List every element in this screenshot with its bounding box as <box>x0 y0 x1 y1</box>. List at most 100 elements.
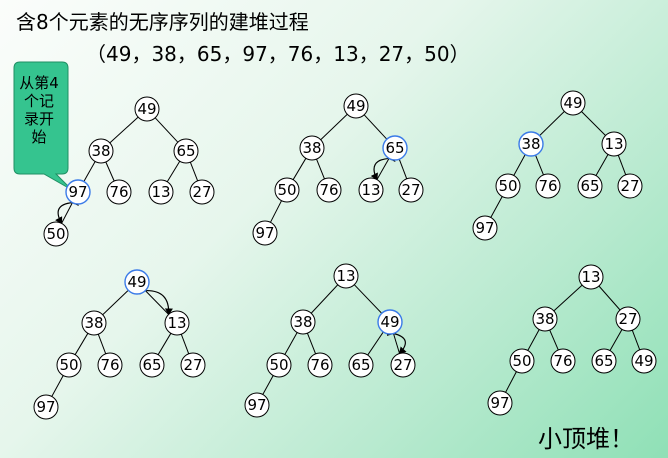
tree-edge <box>617 155 627 175</box>
tree-node: 13 <box>148 179 174 205</box>
slide: 含8个元素的无序序列的建堆过程 （49，38，65，97，76，13，27，50… <box>0 0 668 458</box>
node-value: 65 <box>580 177 599 195</box>
tree-node: 38 <box>532 306 558 332</box>
tree-node: 49 <box>134 96 160 122</box>
node-value: 27 <box>393 356 412 374</box>
node-value: 76 <box>310 356 329 374</box>
heap-tree-1: 49 38 65 97 76 13 27 50 <box>43 96 215 247</box>
tree-edge <box>61 202 73 224</box>
node-value: 38 <box>302 139 321 157</box>
tree-node: 97 <box>33 394 59 420</box>
tree-edge <box>539 111 565 136</box>
node-value: 97 <box>255 224 274 242</box>
node-value: 38 <box>521 135 540 153</box>
tree-node: 49 <box>631 348 657 374</box>
tree-node: 50 <box>509 348 535 374</box>
tree-node: 65 <box>139 352 165 378</box>
tree-node: 97 <box>252 220 278 246</box>
tree-node: 76 <box>316 177 342 203</box>
node-value: 97 <box>490 394 509 412</box>
node-value: 13 <box>167 314 186 332</box>
heap-tree-4: 49 38 13 50 76 65 27 97 <box>33 269 206 420</box>
node-value: 50 <box>59 356 78 374</box>
tree-node: 38 <box>88 138 114 164</box>
node-value: 49 <box>137 100 156 118</box>
heap-tree-6: 13 38 27 50 76 65 49 97 <box>487 264 657 416</box>
node-value: 97 <box>247 396 266 414</box>
node-value: 49 <box>563 94 582 112</box>
node-value: 76 <box>538 177 557 195</box>
node-value: 97 <box>68 183 87 201</box>
tree-edge <box>189 161 199 182</box>
node-value: 49 <box>127 273 146 291</box>
tree-edge <box>292 158 307 180</box>
node-value: 50 <box>269 356 288 374</box>
tree-node-highlighted: 65 <box>382 135 408 161</box>
tree-node: 27 <box>189 179 215 205</box>
tree-edge <box>310 284 339 314</box>
heap-trees: 49 38 65 97 76 13 27 50 49 38 65 50 76 13 27 97 49 38 13 50… <box>33 90 657 420</box>
tree-node: 97 <box>244 392 270 418</box>
tree-edge <box>527 329 540 351</box>
node-value: 38 <box>293 313 312 331</box>
node-value: 13 <box>581 268 600 286</box>
tree-edge <box>83 161 96 182</box>
tree-edge <box>102 289 129 316</box>
tree-node: 13 <box>164 310 190 336</box>
tree-node: 38 <box>81 310 107 336</box>
tree-edge <box>154 117 179 143</box>
tree-edge <box>316 158 325 180</box>
tree-node-highlighted: 49 <box>377 309 403 335</box>
node-value: 13 <box>336 267 355 285</box>
node-value: 50 <box>512 352 531 370</box>
node-value: 65 <box>594 352 613 370</box>
node-value: 76 <box>553 352 572 370</box>
tree-node: 38 <box>290 309 316 335</box>
tree-edge <box>609 329 623 351</box>
node-value: 49 <box>634 352 653 370</box>
tree-edge <box>392 333 401 354</box>
tree-node: 50 <box>43 221 69 247</box>
tree-edge <box>398 159 408 179</box>
node-value: 76 <box>319 181 338 199</box>
node-value: 97 <box>475 219 494 237</box>
node-value: 13 <box>604 135 623 153</box>
tree-node: 97 <box>472 215 498 241</box>
node-value: 50 <box>277 181 296 199</box>
swap-arrow <box>386 328 407 355</box>
tree-node: 97 <box>487 390 513 416</box>
node-value: 38 <box>535 310 554 328</box>
tree-node: 27 <box>398 177 424 203</box>
tree-edge <box>490 196 503 218</box>
node-value: 65 <box>176 142 195 160</box>
tree-edge <box>306 332 317 355</box>
node-value: 65 <box>385 139 404 157</box>
tree-edge <box>320 113 348 141</box>
node-value: 50 <box>46 225 65 243</box>
tree-edge <box>513 154 526 176</box>
tree-node: 76 <box>535 173 561 199</box>
tree-node: 76 <box>97 352 123 378</box>
heap-tree-3: 49 38 13 50 76 65 27 97 <box>472 90 643 241</box>
tree-node: 49 <box>560 90 586 116</box>
tree-node: 38 <box>299 135 325 161</box>
tree-edge <box>74 333 89 355</box>
heap-tree-5: 13 38 49 50 76 65 27 97 <box>244 263 416 418</box>
tree-edge <box>353 284 383 314</box>
tree-edge <box>581 111 606 136</box>
tree-edge <box>270 200 282 223</box>
tree-node: 65 <box>173 138 199 164</box>
tree-edge <box>145 290 169 315</box>
node-value: 49 <box>380 313 399 331</box>
tree-node: 50 <box>274 177 300 203</box>
tree-edge <box>363 114 388 140</box>
node-value: 76 <box>109 183 128 201</box>
tree-edge <box>284 332 298 355</box>
node-value: 27 <box>401 181 420 199</box>
tree-node: 50 <box>266 352 292 378</box>
tree-edge <box>367 331 384 356</box>
tree-node: 27 <box>617 173 643 199</box>
tree-node-highlighted: 97 <box>65 179 91 205</box>
node-value: 76 <box>100 356 119 374</box>
node-value: 27 <box>618 310 637 328</box>
